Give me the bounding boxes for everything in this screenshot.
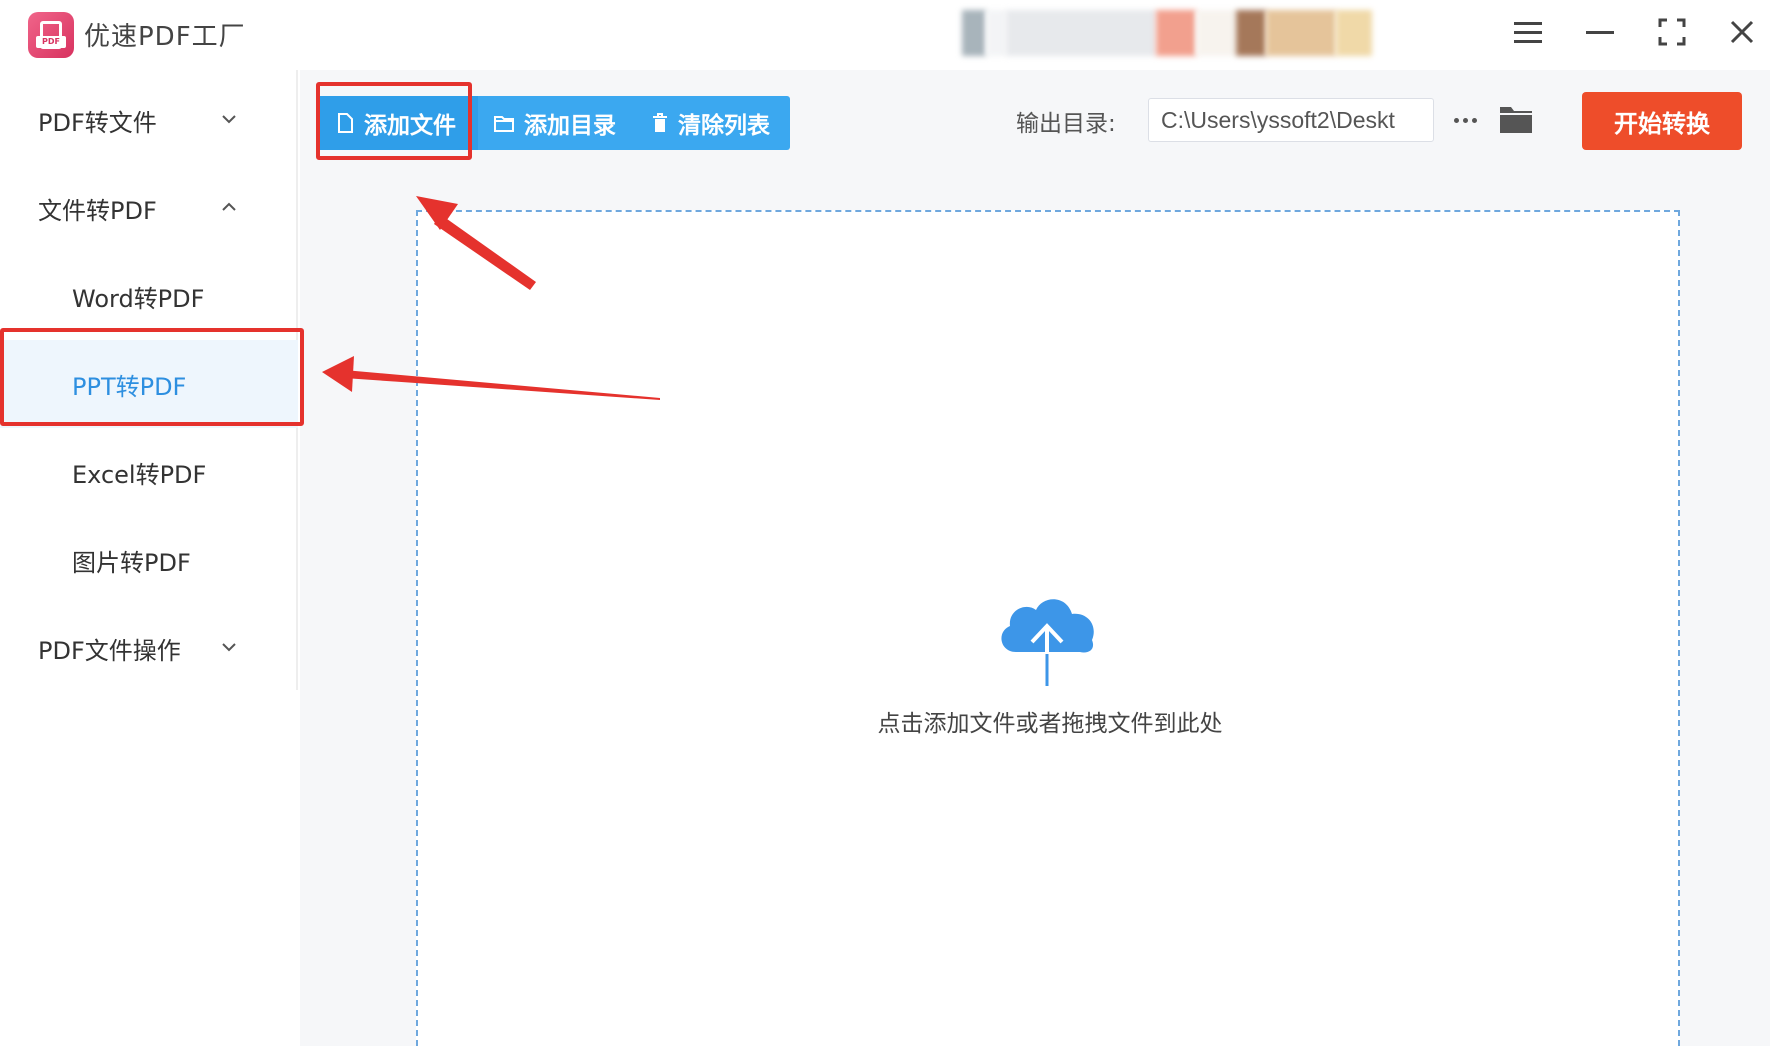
- add-folder-button[interactable]: 添加目录: [478, 96, 636, 150]
- sidebar-item-image-to-pdf[interactable]: 图片转PDF: [0, 516, 298, 604]
- toolbar: 添加文件 添加目录 清除列表 输出目录: C:\Users\yssoft2\De…: [300, 70, 1770, 174]
- output-directory-field[interactable]: C:\Users\yssoft2\Deskt: [1148, 98, 1434, 142]
- sidebar-item-label: Word转PDF: [72, 284, 205, 313]
- close-icon[interactable]: [1724, 14, 1760, 50]
- sidebar-empty-area: [0, 690, 298, 1046]
- sidebar-group-label: PDF转文件: [38, 108, 157, 137]
- maximize-icon[interactable]: [1654, 14, 1690, 50]
- chevron-down-icon: [222, 115, 236, 124]
- logo-tag: PDF: [36, 36, 66, 48]
- drop-zone-hint: 点击添加文件或者拖拽文件到此处: [877, 711, 1223, 737]
- sidebar-group-pdf-operations[interactable]: PDF文件操作: [0, 604, 298, 692]
- title-bar: PDF 优速PDF工厂: [0, 0, 1770, 70]
- sidebar-group-pdf-to-file[interactable]: PDF转文件: [0, 76, 298, 164]
- menu-icon[interactable]: [1510, 14, 1546, 50]
- sidebar-item-label: 图片转PDF: [72, 548, 191, 577]
- clear-list-label: 清除列表: [678, 113, 770, 139]
- clear-list-button[interactable]: 清除列表: [636, 96, 790, 150]
- more-options-icon[interactable]: [1448, 98, 1482, 142]
- cloud-upload-icon: [1001, 599, 1094, 686]
- app-title: 优速PDF工厂: [84, 22, 246, 52]
- trash-icon: [653, 113, 667, 132]
- annotation-highlight-ppt-to-pdf: [0, 328, 304, 426]
- sidebar-item-excel-to-pdf[interactable]: Excel转PDF: [0, 428, 298, 516]
- add-folder-label: 添加目录: [524, 113, 616, 139]
- sidebar-item-word-to-pdf[interactable]: Word转PDF: [0, 252, 298, 340]
- output-directory-label: 输出目录:: [1016, 111, 1116, 137]
- sidebar-group-file-to-pdf[interactable]: 文件转PDF: [0, 164, 298, 252]
- minimize-icon[interactable]: [1582, 14, 1618, 50]
- chevron-up-icon: [222, 202, 236, 211]
- pdf-logo-icon: PDF: [28, 12, 74, 58]
- sidebar-item-label: Excel转PDF: [72, 460, 207, 489]
- sidebar-group-label: PDF文件操作: [38, 636, 181, 665]
- chevron-down-icon: [222, 643, 236, 652]
- sidebar-group-label: 文件转PDF: [38, 196, 157, 225]
- start-convert-button[interactable]: 开始转换: [1582, 92, 1742, 150]
- blurred-account-area: [962, 10, 1482, 56]
- folder-icon[interactable]: [1498, 102, 1534, 136]
- folder-outline-icon: [494, 116, 514, 132]
- annotation-highlight-add-file: [316, 82, 472, 160]
- main-panel: 添加文件 添加目录 清除列表 输出目录: C:\Users\yssoft2\De…: [300, 70, 1770, 1046]
- file-drop-zone[interactable]: 点击添加文件或者拖拽文件到此处: [416, 210, 1680, 1046]
